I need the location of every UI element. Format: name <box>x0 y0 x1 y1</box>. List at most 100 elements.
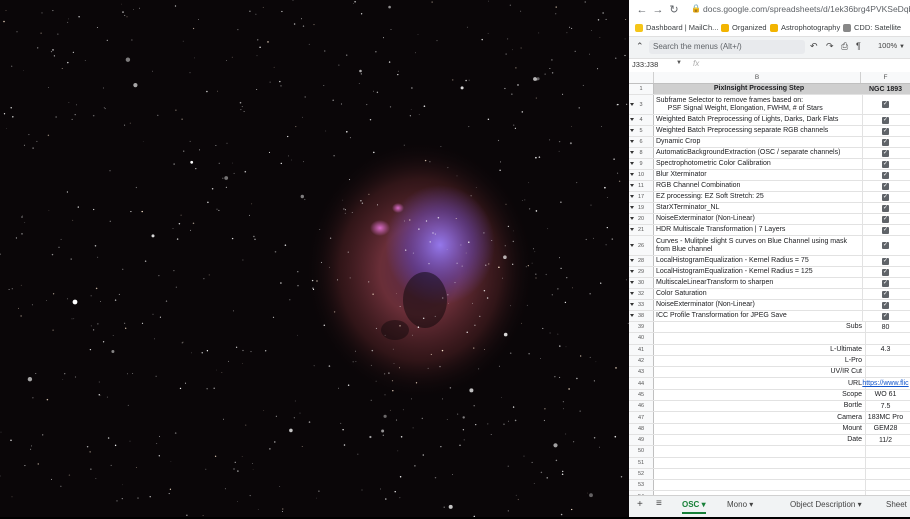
checkbox-checked-icon[interactable]: ✓ <box>882 194 889 201</box>
detail-value[interactable]: https://www.flic <box>862 380 908 387</box>
row-number[interactable]: 29 <box>629 267 654 277</box>
checkbox-checked-icon[interactable]: ✓ <box>882 139 889 146</box>
detail-row[interactable]: 52 <box>629 469 910 480</box>
checkbox-checked-icon[interactable]: ✓ <box>882 161 889 168</box>
detail-value-cell[interactable]: GEM28 <box>861 424 910 434</box>
checkbox-cell[interactable]: ✓ <box>861 181 910 191</box>
row-number[interactable]: 6 <box>629 137 654 147</box>
tab-mono[interactable]: Mono ▾ <box>727 500 753 509</box>
zoom-dropdown-icon[interactable]: ▼ <box>899 44 905 50</box>
step-cell[interactable]: Color Saturation <box>654 289 863 299</box>
row-number[interactable]: 8 <box>629 148 654 158</box>
tab-object-description[interactable]: Object Description ▾ <box>790 500 862 509</box>
detail-value-cell[interactable]: WO 61 <box>861 390 910 400</box>
row-number[interactable]: 40 <box>629 333 654 343</box>
checkbox-checked-icon[interactable]: ✓ <box>882 172 889 179</box>
checkbox-checked-icon[interactable]: ✓ <box>882 242 889 249</box>
row-number[interactable]: 33 <box>629 300 654 310</box>
step-cell[interactable]: Weighted Batch Preprocessing separate RG… <box>654 126 863 136</box>
step-row[interactable]: 26Curves - Mulitple slight S curves on B… <box>629 236 910 256</box>
bookmark-astrophotography[interactable]: Astrophotography <box>770 23 840 32</box>
row-number[interactable]: 5 <box>629 126 654 136</box>
checkbox-cell[interactable]: ✓ <box>861 170 910 180</box>
detail-value-cell[interactable]: https://www.flic <box>861 378 910 388</box>
step-row[interactable]: 3Subframe Selector to remove frames base… <box>629 95 910 115</box>
row-number[interactable]: 19 <box>629 203 654 213</box>
print-icon[interactable]: ⎙ <box>841 41 848 52</box>
tab-osc[interactable]: OSC ▾ <box>682 500 706 514</box>
checkbox-checked-icon[interactable]: ✓ <box>882 227 889 234</box>
checkbox-checked-icon[interactable]: ✓ <box>882 291 889 298</box>
row-number[interactable]: 10 <box>629 170 654 180</box>
step-cell[interactable]: Subframe Selector to remove frames based… <box>654 95 863 114</box>
detail-label-cell[interactable] <box>654 446 866 456</box>
step-cell[interactable]: Curves - Mulitple slight S curves on Blu… <box>654 236 863 255</box>
search-menus-input[interactable]: Search the menus (Alt+/) <box>649 40 805 54</box>
detail-value-cell[interactable] <box>861 469 910 479</box>
checkbox-cell[interactable]: ✓ <box>861 289 910 299</box>
detail-label-cell[interactable]: UV/IR Cut <box>654 367 866 377</box>
detail-label-cell[interactable] <box>654 458 866 468</box>
row-number[interactable]: 46 <box>629 401 654 411</box>
detail-row[interactable]: 40 <box>629 333 910 344</box>
row-number[interactable]: 11 <box>629 181 654 191</box>
step-row[interactable]: 28LocalHistogramEqualization - Kernel Ra… <box>629 256 910 267</box>
step-cell[interactable]: Blur Xterminator <box>654 170 863 180</box>
detail-label-cell[interactable]: Bortle <box>654 401 866 411</box>
step-row[interactable]: 29LocalHistogramEqualization - Kernel Ra… <box>629 267 910 278</box>
step-cell[interactable]: RGB Channel Combination <box>654 181 863 191</box>
row-number[interactable]: 28 <box>629 256 654 266</box>
detail-label-cell[interactable] <box>654 480 866 490</box>
detail-row[interactable]: 41L-Ultimate4.3 <box>629 345 910 356</box>
detail-value-cell[interactable]: 183MC Pro <box>861 412 910 422</box>
checkbox-checked-icon[interactable]: ✓ <box>882 269 889 276</box>
detail-row[interactable]: 50 <box>629 446 910 457</box>
step-cell[interactable]: MultiscaleLinearTransform to sharpen <box>654 278 863 288</box>
checkbox-checked-icon[interactable]: ✓ <box>882 313 889 320</box>
url-text[interactable]: docs.google.com/spreadsheets/d/1ek36brg4… <box>703 4 910 14</box>
step-cell[interactable]: HDR Multiscale Transformation | 7 Layers <box>654 225 863 235</box>
step-row[interactable]: 5Weighted Batch Preprocessing separate R… <box>629 126 910 137</box>
detail-label-cell[interactable] <box>654 333 866 343</box>
checkbox-checked-icon[interactable]: ✓ <box>882 302 889 309</box>
detail-label-cell[interactable]: Mount <box>654 424 866 434</box>
table-header-row[interactable]: 1 PixInsight Processing Step NGC 1893 <box>629 84 910 95</box>
row-number[interactable]: 21 <box>629 225 654 235</box>
detail-label-cell[interactable]: Subs <box>654 322 866 332</box>
detail-value-cell[interactable]: 7.5 <box>861 401 910 411</box>
undo-icon[interactable]: ↶ <box>810 41 818 52</box>
row-number[interactable]: 47 <box>629 412 654 422</box>
checkbox-checked-icon[interactable]: ✓ <box>882 150 889 157</box>
step-cell[interactable]: StarXTerminator_NL <box>654 203 863 213</box>
name-box[interactable]: J33:J38 <box>632 60 658 69</box>
checkbox-checked-icon[interactable]: ✓ <box>882 205 889 212</box>
header-cell-target[interactable]: NGC 1893 <box>861 84 910 94</box>
step-row[interactable]: 19StarXTerminator_NL ✓ <box>629 203 910 214</box>
bookmark-mailchimp[interactable]: Dashboard | MailCh... <box>635 23 718 32</box>
add-sheet-icon[interactable]: + <box>637 499 643 510</box>
row-number[interactable]: 45 <box>629 390 654 400</box>
step-row[interactable]: 9Spectrophotometric Color Calibration✓ <box>629 159 910 170</box>
detail-row[interactable]: 47Camera183MC Pro <box>629 412 910 423</box>
forward-icon[interactable]: → <box>651 3 665 17</box>
step-cell[interactable]: LocalHistogramEqualization - Kernel Radi… <box>654 267 863 277</box>
row-number[interactable]: 51 <box>629 458 654 468</box>
step-row[interactable]: 38ICC Profile Transformation for JPEG Sa… <box>629 311 910 322</box>
checkbox-cell[interactable]: ✓ <box>861 214 910 224</box>
row-number[interactable]: 4 <box>629 115 654 125</box>
detail-value-cell[interactable]: 80 <box>861 322 910 332</box>
row-number[interactable]: 17 <box>629 192 654 202</box>
checkbox-cell[interactable]: ✓ <box>861 95 910 114</box>
detail-row[interactable]: 46Bortle7.5 <box>629 401 910 412</box>
detail-value-cell[interactable] <box>861 356 910 366</box>
checkbox-checked-icon[interactable]: ✓ <box>882 117 889 124</box>
row-number[interactable]: 9 <box>629 159 654 169</box>
detail-value-cell[interactable]: 4.3 <box>861 345 910 355</box>
step-cell[interactable]: Weighted Batch Preprocessing of Lights, … <box>654 115 863 125</box>
step-row[interactable]: 8AutomaticBackgroundExtraction (OSC / se… <box>629 148 910 159</box>
detail-value-cell[interactable]: 11/2 <box>861 435 910 445</box>
checkbox-cell[interactable]: ✓ <box>861 126 910 136</box>
row-number[interactable]: 30 <box>629 278 654 288</box>
checkbox-checked-icon[interactable]: ✓ <box>882 183 889 190</box>
detail-label-cell[interactable]: L-Pro <box>654 356 866 366</box>
